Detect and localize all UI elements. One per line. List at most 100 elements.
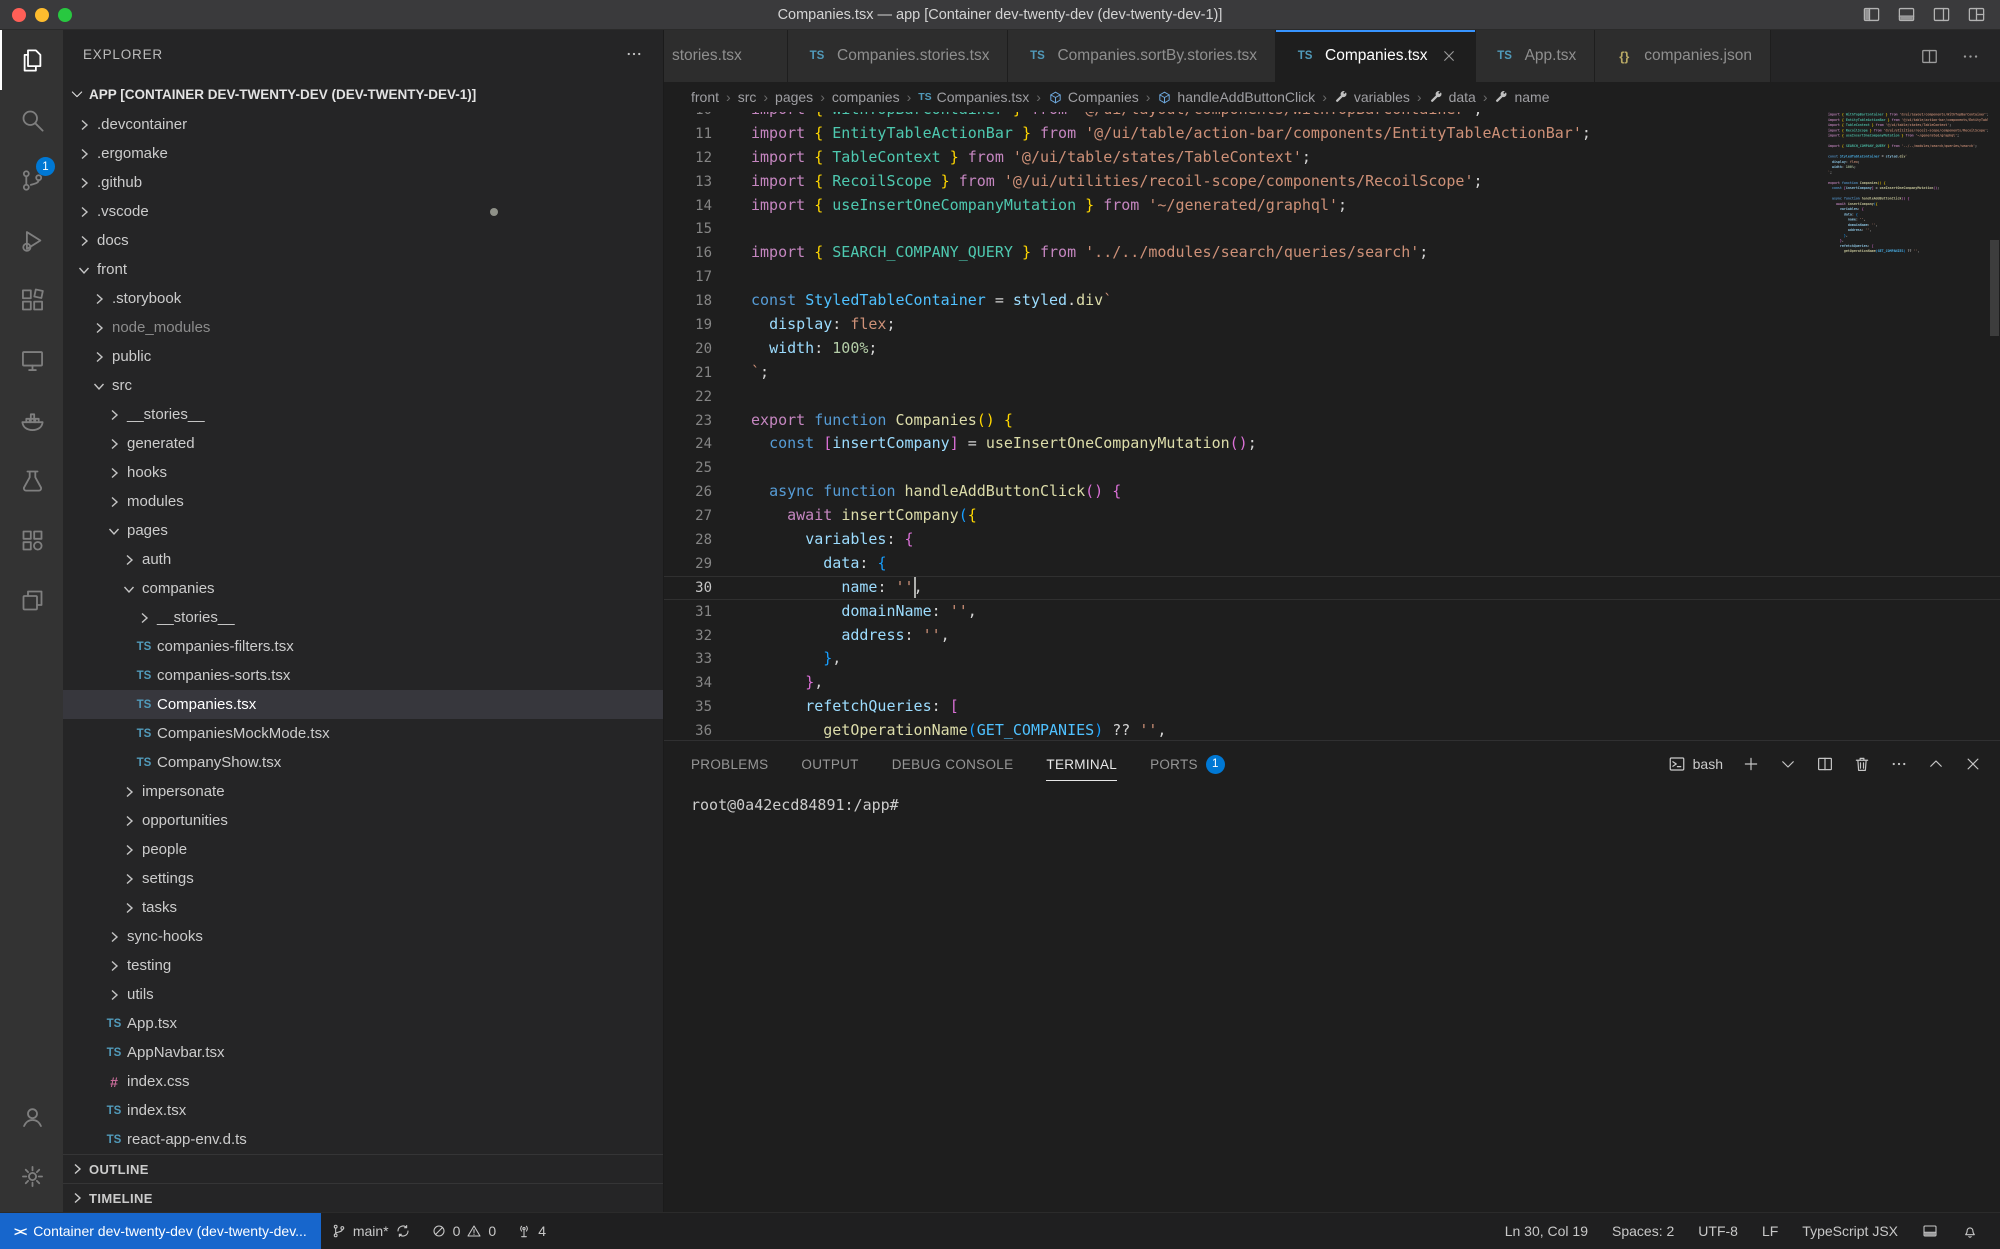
code-line-35[interactable]: 35 refetchQueries: [: [664, 695, 2000, 719]
code-line-36[interactable]: 36 getOperationName(GET_COMPANIES) ?? ''…: [664, 719, 2000, 740]
code-line-21[interactable]: 21`;: [664, 361, 2000, 385]
tree-item-companies-sorts-tsx[interactable]: TScompanies-sorts.tsx: [63, 661, 663, 690]
tree-item-devcontainer[interactable]: .devcontainer: [63, 110, 663, 139]
close-window-button[interactable]: [12, 8, 26, 22]
tab-app-tsx[interactable]: TSApp.tsx: [1476, 30, 1596, 82]
tree-item-vscode[interactable]: .vscode: [63, 197, 663, 226]
breadcrumb-item-src[interactable]: src: [738, 89, 757, 105]
code-line-20[interactable]: 20 width: 100%;: [664, 337, 2000, 361]
code-line-22[interactable]: 22: [664, 385, 2000, 409]
tree-item-settings[interactable]: settings: [63, 864, 663, 893]
breadcrumb-item-pages[interactable]: pages: [775, 89, 813, 105]
tree-item-app-tsx[interactable]: TSApp.tsx: [63, 1009, 663, 1038]
tree-item-tasks[interactable]: tasks: [63, 893, 663, 922]
zoom-window-button[interactable]: [58, 8, 72, 22]
tree-item-src[interactable]: src: [63, 371, 663, 400]
testing-activity-button[interactable]: [0, 450, 63, 510]
code-line-28[interactable]: 28 variables: {: [664, 528, 2000, 552]
tree-item-ergomake[interactable]: .ergomake: [63, 139, 663, 168]
new-terminal-icon[interactable]: [1742, 755, 1760, 773]
breadcrumb-item-front[interactable]: front: [691, 89, 719, 105]
tree-item-node-modules[interactable]: node_modules: [63, 313, 663, 342]
extension-grid-activity-button[interactable]: [0, 510, 63, 570]
explorer-activity-button[interactable]: [0, 30, 63, 90]
breadcrumb-item-companies[interactable]: Companies: [1048, 89, 1139, 105]
tab-companies-json[interactable]: {}companies.json: [1595, 30, 1771, 82]
shell-selector[interactable]: bash: [1668, 755, 1723, 773]
code-line-26[interactable]: 26 async function handleAddButtonClick()…: [664, 480, 2000, 504]
sidebar-section-timeline[interactable]: TIMELINE: [63, 1183, 663, 1212]
layout-toggle[interactable]: [1910, 1213, 1950, 1249]
close-icon[interactable]: [1441, 48, 1457, 64]
code-line-11[interactable]: 11import { EntityTableActionBar } from '…: [664, 122, 2000, 146]
manage-activity-button[interactable]: [0, 1146, 63, 1206]
encoding[interactable]: UTF-8: [1686, 1213, 1750, 1249]
maximize-panel-icon[interactable]: [1927, 755, 1945, 773]
code-line-25[interactable]: 25: [664, 456, 2000, 480]
code-line-19[interactable]: 19 display: flex;: [664, 313, 2000, 337]
workspace-section-header[interactable]: APP [CONTAINER DEV-TWENTY-DEV (DEV-TWENT…: [63, 78, 663, 110]
breadcrumb-item-variables[interactable]: variables: [1334, 89, 1410, 105]
tree-item-sync-hooks[interactable]: sync-hooks: [63, 922, 663, 951]
tree-item-pages[interactable]: pages: [63, 516, 663, 545]
tree-item-storybook[interactable]: .storybook: [63, 284, 663, 313]
terminal[interactable]: root@0a42ecd84891:/app#: [664, 787, 2000, 823]
tree-item-index-tsx[interactable]: TSindex.tsx: [63, 1096, 663, 1125]
search-activity-button[interactable]: [0, 90, 63, 150]
explorer-more-actions-icon[interactable]: [625, 45, 643, 63]
tree-item-stories[interactable]: __stories__: [63, 603, 663, 632]
editor-scrollbar[interactable]: [1990, 240, 1999, 336]
tree-item-companies-filters-tsx[interactable]: TScompanies-filters.tsx: [63, 632, 663, 661]
eol[interactable]: LF: [1750, 1213, 1790, 1249]
layout-panel-icon[interactable]: [1897, 5, 1916, 24]
problems[interactable]: 00: [421, 1213, 507, 1249]
layout-sidebar-right-icon[interactable]: [1932, 5, 1951, 24]
split-terminal-icon[interactable]: [1816, 755, 1834, 773]
code-line-13[interactable]: 13import { RecoilScope } from '@/ui/util…: [664, 170, 2000, 194]
breadcrumb-item-data[interactable]: data: [1429, 89, 1476, 105]
code-line-29[interactable]: 29 data: {: [664, 552, 2000, 576]
code-line-27[interactable]: 27 await insertCompany({: [664, 504, 2000, 528]
breadcrumb-item-companies[interactable]: companies: [832, 89, 900, 105]
extensions-activity-button[interactable]: [0, 270, 63, 330]
code-line-32[interactable]: 32 address: '',: [664, 624, 2000, 648]
accounts-activity-button[interactable]: [0, 1086, 63, 1146]
tree-item-docs[interactable]: docs: [63, 226, 663, 255]
tree-item-generated[interactable]: generated: [63, 429, 663, 458]
tree-item-companiesmockmode-tsx[interactable]: TSCompaniesMockMode.tsx: [63, 719, 663, 748]
code-line-15[interactable]: 15: [664, 217, 2000, 241]
indentation[interactable]: Spaces: 2: [1600, 1213, 1686, 1249]
sidebar-section-outline[interactable]: OUTLINE: [63, 1154, 663, 1183]
panel-tab-terminal[interactable]: TERMINAL: [1046, 741, 1117, 787]
panel-tab-problems[interactable]: PROBLEMS: [691, 741, 768, 787]
tree-item-impersonate[interactable]: impersonate: [63, 777, 663, 806]
git-branch[interactable]: main*: [321, 1213, 421, 1249]
tree-item-utils[interactable]: utils: [63, 980, 663, 1009]
panel-tab-debug-console[interactable]: DEBUG CONSOLE: [892, 741, 1014, 787]
tree-item-companies[interactable]: companies: [63, 574, 663, 603]
tab-companies-tsx[interactable]: TSCompanies.tsx: [1276, 30, 1476, 82]
panel-tab-output[interactable]: OUTPUT: [801, 741, 858, 787]
remote-explorer-activity-button[interactable]: [0, 330, 63, 390]
code-line-12[interactable]: 12import { TableContext } from '@/ui/tab…: [664, 146, 2000, 170]
panel-more-actions-icon[interactable]: [1890, 755, 1908, 773]
extension-layers-activity-button[interactable]: [0, 570, 63, 630]
tree-item-companies-tsx[interactable]: TSCompanies.tsx: [63, 690, 663, 719]
code-line-23[interactable]: 23export function Companies() {: [664, 409, 2000, 433]
breadcrumb-item-companies-tsx[interactable]: TSCompanies.tsx: [918, 89, 1029, 105]
layout-sidebar-left-icon[interactable]: [1862, 5, 1881, 24]
language-mode[interactable]: TypeScript JSX: [1790, 1213, 1910, 1249]
code-line-33[interactable]: 33 },: [664, 647, 2000, 671]
tree-item-people[interactable]: people: [63, 835, 663, 864]
code-line-10[interactable]: 10import { WithTopBarContainer } from '@…: [664, 112, 2000, 122]
tree-item-auth[interactable]: auth: [63, 545, 663, 574]
tab-companies-stories-tsx[interactable]: TSCompanies.stories.tsx: [788, 30, 1008, 82]
tree-item-appnavbar-tsx[interactable]: TSAppNavbar.tsx: [63, 1038, 663, 1067]
tree-item-index-css[interactable]: #index.css: [63, 1067, 663, 1096]
run-and-debug-activity-button[interactable]: [0, 210, 63, 270]
notifications[interactable]: [1950, 1213, 1990, 1249]
breadcrumb-item-name[interactable]: name: [1494, 89, 1549, 105]
code-line-34[interactable]: 34 },: [664, 671, 2000, 695]
code-line-17[interactable]: 17: [664, 265, 2000, 289]
split-editor-icon[interactable]: [1920, 47, 1939, 66]
